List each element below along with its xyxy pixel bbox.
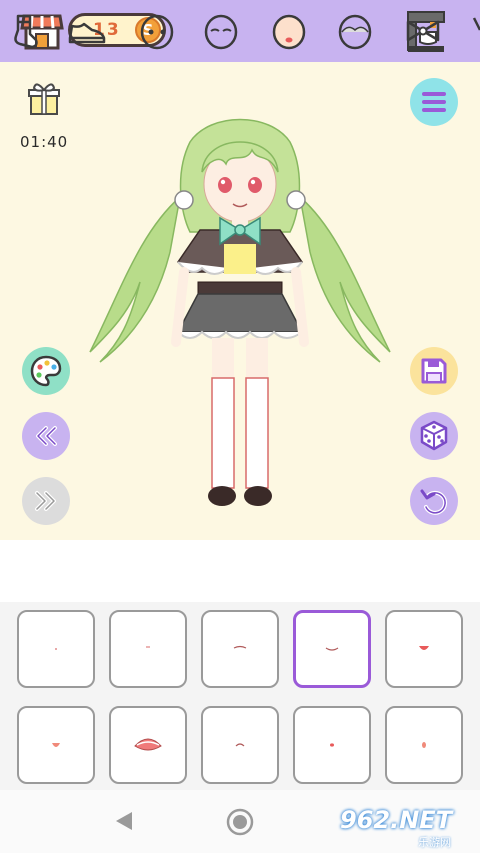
undo-button[interactable] (410, 477, 458, 525)
item-cell[interactable] (293, 706, 371, 784)
next-button[interactable] (22, 477, 70, 525)
item-cell[interactable] (201, 706, 279, 784)
item-cell[interactable] (201, 610, 279, 688)
palette-icon (30, 355, 62, 387)
menu-button[interactable] (410, 78, 458, 126)
palette-button[interactable] (22, 347, 70, 395)
gift-timer: 01:40 (20, 133, 69, 151)
double-chevron-right-icon (35, 491, 56, 511)
mouth-face-icon[interactable] (268, 10, 310, 52)
dice-icon (420, 420, 448, 451)
sock-icon[interactable] (4, 10, 46, 52)
previous-button[interactable] (22, 412, 70, 460)
face-shadow-icon[interactable] (334, 10, 376, 52)
save-icon (421, 358, 447, 384)
double-chevron-left-icon (36, 426, 57, 446)
menu-icon (422, 92, 446, 112)
category-bar (0, 540, 480, 603)
bow-icon[interactable] (402, 10, 444, 52)
face-icon[interactable] (136, 10, 178, 52)
more-category-icon[interactable] (466, 10, 480, 52)
item-cell[interactable] (109, 706, 187, 784)
nav-back-icon[interactable] (114, 810, 134, 832)
item-cell[interactable] (109, 610, 187, 688)
item-cell[interactable] (17, 706, 95, 784)
item-cell[interactable] (385, 610, 463, 688)
save-button[interactable] (410, 347, 458, 395)
item-cell-selected[interactable] (293, 610, 371, 688)
item-cell[interactable] (17, 610, 95, 688)
nav-home-icon[interactable] (226, 808, 254, 836)
character-avatar[interactable] (80, 112, 400, 522)
watermark-brand: 962.NET (340, 806, 453, 834)
watermark-subtitle: 乐游网 (418, 836, 451, 849)
shoe-icon[interactable] (66, 10, 108, 52)
random-button[interactable] (410, 412, 458, 460)
item-cell[interactable] (385, 706, 463, 784)
gift-icon[interactable] (26, 80, 62, 116)
undo-icon (420, 489, 448, 515)
eyes-closed-face-icon[interactable] (200, 10, 242, 52)
